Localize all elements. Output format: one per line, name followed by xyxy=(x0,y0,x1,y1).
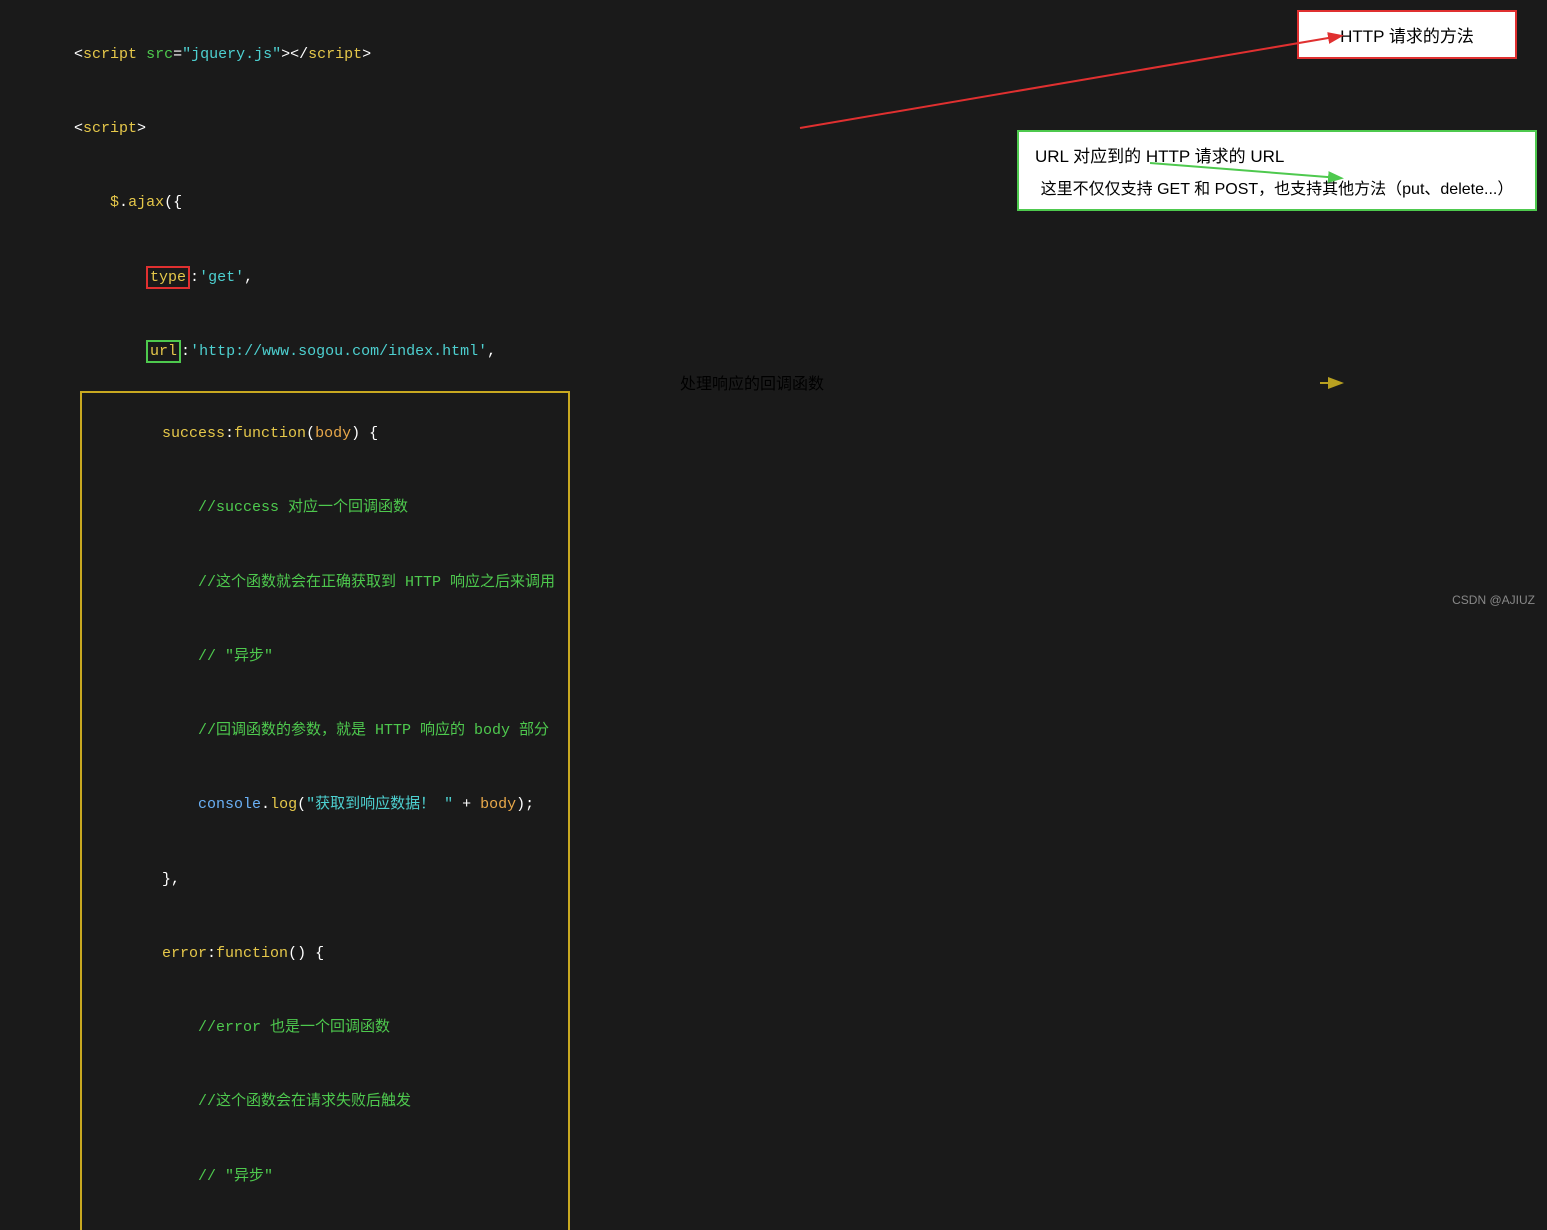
console-error: console.log("获取响应数据失败！ "); xyxy=(90,1214,560,1230)
code-line-3: $.ajax({ xyxy=(20,167,640,241)
comment-async2: // "异步" xyxy=(90,620,560,694)
success-error-block: success:function(body) { //success 对应一个回… xyxy=(80,391,570,1230)
code-line-2: <script> xyxy=(20,92,640,166)
main-container: <script src="jquery.js"></script> <scrip… xyxy=(0,0,1547,615)
url-sub-text: 这里不仅仅支持 GET 和 POST，也支持其他方法（put、delete...… xyxy=(1035,175,1519,199)
watermark: CSDN @AJIUZ xyxy=(1452,593,1535,607)
comment-error2: //这个函数会在请求失败后触发 xyxy=(90,1066,560,1140)
error-line: error:function() { xyxy=(90,917,560,991)
success-close: }, xyxy=(90,843,560,917)
arrows-overlay xyxy=(660,0,1547,615)
code-panel: <script src="jquery.js"></script> <scrip… xyxy=(0,0,660,615)
comment-error3: // "异步" xyxy=(90,1140,560,1214)
code-line-1: <script src="jquery.js"></script> xyxy=(20,18,640,92)
success-line: success:function(body) { xyxy=(90,397,560,471)
url-annotation: URL 对应到的 HTTP 请求的 URL 这里不仅仅支持 GET 和 POST… xyxy=(1017,130,1537,211)
annotations-panel: HTTP 请求的方法 URL 对应到的 HTTP 请求的 URL 这里不仅仅支持… xyxy=(660,0,1547,615)
comment-error1: //error 也是一个回调函数 xyxy=(90,991,560,1065)
comment-async1: //这个函数就会在正确获取到 HTTP 响应之后来调用 xyxy=(90,546,560,620)
http-method-label: HTTP 请求的方法 xyxy=(1340,27,1474,46)
comment-body: //回调函数的参数，就是 HTTP 响应的 body 部分 xyxy=(90,694,560,768)
url-keyword: url xyxy=(146,340,181,364)
callback-annotation: 处理响应的回调函数 xyxy=(680,370,824,394)
comment-success: //success 对应一个回调函数 xyxy=(90,472,560,546)
console-success: console.log("获取到响应数据！ " + body); xyxy=(90,769,560,843)
http-method-annotation: HTTP 请求的方法 xyxy=(1297,10,1517,59)
callback-label: 处理响应的回调函数 xyxy=(680,376,824,393)
code-line-type: type:'get', xyxy=(20,241,640,315)
url-main-text: URL 对应到的 HTTP 请求的 URL xyxy=(1035,142,1519,167)
type-keyword: type xyxy=(146,266,190,290)
code-line-url: url:'http://www.sogou.com/index.html', xyxy=(20,315,640,389)
